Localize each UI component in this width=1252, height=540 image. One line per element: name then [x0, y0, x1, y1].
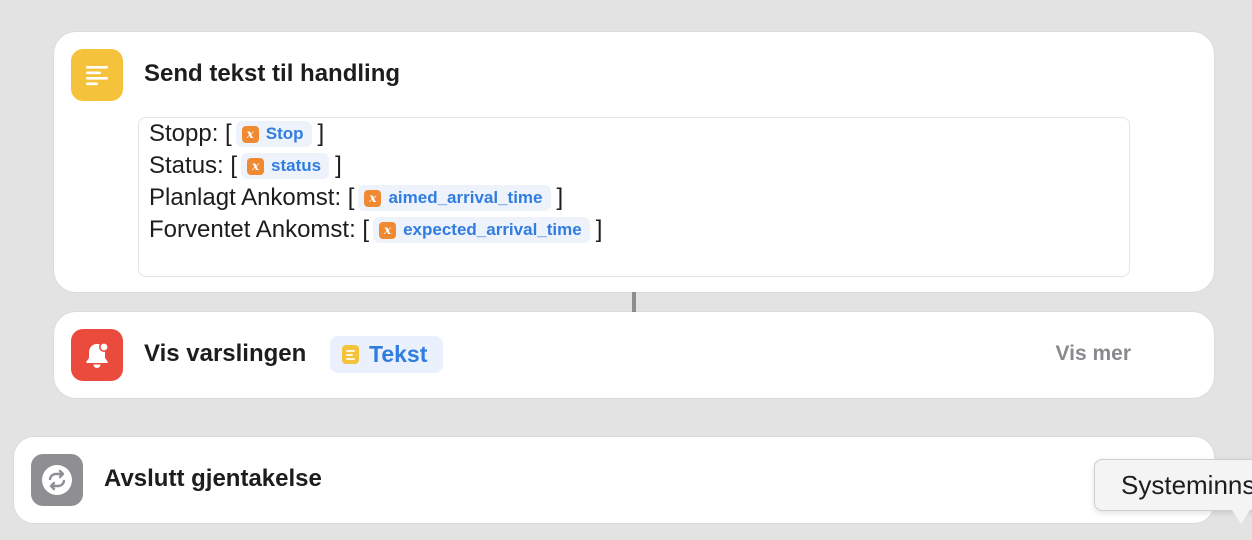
action-title: Avslutt gjentakelse	[104, 465, 322, 492]
line-close-bracket: ]	[556, 184, 564, 211]
variable-token-status[interactable]: x status	[241, 153, 330, 179]
tooltip: Systeminnstillinger	[1094, 459, 1252, 511]
action-title: Vis varslingen	[144, 340, 307, 367]
end-repeat-action-card[interactable]: Avslutt gjentakelse	[14, 437, 1214, 523]
text-line-expected-arrival: Forventet Ankomst: [ x expected_arrival_…	[149, 215, 602, 245]
bell-icon	[71, 329, 123, 381]
line-close-bracket: ]	[317, 120, 325, 147]
variable-token-stop[interactable]: x Stop	[235, 121, 312, 147]
text-input-area[interactable]: Stopp: [ x Stop ] Status: [ x status ] P…	[138, 117, 1130, 277]
text-line-status: Status: [ x status ]	[149, 151, 342, 181]
variable-name: Stop	[265, 124, 304, 143]
line-label: Forventet Ankomst: [	[149, 216, 370, 243]
show-notification-action-card[interactable]: Vis varslingen Tekst Vis mer	[54, 312, 1214, 398]
variable-name: aimed_arrival_time	[388, 188, 543, 207]
text-doc-icon	[342, 345, 359, 364]
line-label: Planlagt Ankomst: [	[149, 184, 355, 211]
variable-icon: x	[241, 125, 259, 143]
line-close-bracket: ]	[335, 152, 342, 179]
line-label: Status: [	[149, 152, 238, 179]
variable-name: expected_arrival_time	[403, 220, 582, 239]
line-label: Stopp: [	[149, 120, 232, 147]
send-text-action-card[interactable]: Send tekst til handling Stopp: [ x Stop …	[54, 32, 1214, 292]
text-line-stop: Stopp: [ x Stop ]	[149, 119, 324, 149]
variable-token-expected-arrival-time[interactable]: x expected_arrival_time	[373, 217, 590, 243]
variable-icon: x	[364, 189, 382, 207]
tooltip-arrow	[1232, 510, 1250, 524]
variable-icon: x	[379, 221, 397, 239]
flow-connector	[632, 292, 636, 312]
variable-name: status	[271, 156, 322, 175]
line-close-bracket: ]	[595, 216, 603, 243]
variable-token-aimed-arrival-time[interactable]: x aimed_arrival_time	[358, 185, 551, 211]
text-line-aimed-arrival: Planlagt Ankomst: [ x aimed_arrival_time…	[149, 183, 563, 213]
tooltip-text: Systeminnstillinger	[1121, 469, 1252, 500]
show-more-button[interactable]: Vis mer	[1056, 342, 1132, 366]
repeat-icon	[31, 454, 83, 506]
action-title: Send tekst til handling	[144, 60, 401, 87]
text-lines-icon	[71, 49, 123, 101]
text-variable-pill[interactable]: Tekst	[330, 336, 444, 373]
pill-label: Tekst	[369, 341, 428, 367]
variable-icon: x	[247, 157, 265, 175]
